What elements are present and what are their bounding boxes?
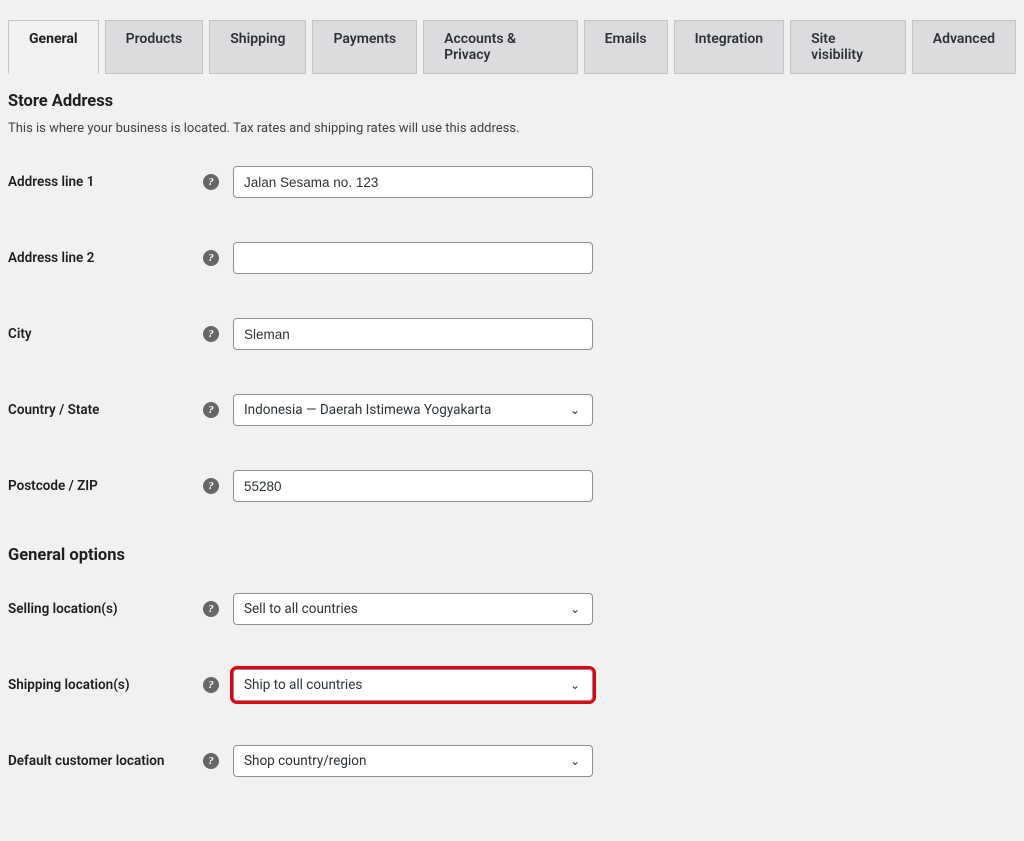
tab-integration[interactable]: Integration — [674, 20, 784, 74]
tab-products[interactable]: Products — [105, 20, 204, 74]
city-field[interactable] — [244, 319, 582, 349]
store-address-title: Store Address — [8, 92, 1016, 111]
chevron-down-icon: ⌄ — [570, 678, 580, 692]
help-icon[interactable]: ? — [203, 174, 219, 190]
help-icon[interactable]: ? — [203, 753, 219, 769]
postcode-field[interactable] — [244, 471, 582, 501]
shipping-location-select[interactable]: Ship to all countries ⌄ — [233, 669, 593, 701]
help-icon[interactable]: ? — [203, 250, 219, 266]
shipping-location-value: Ship to all countries — [244, 677, 362, 693]
help-icon[interactable]: ? — [203, 601, 219, 617]
row-address2: Address line 2 ? — [8, 242, 1016, 274]
address1-input[interactable] — [233, 166, 593, 198]
chevron-down-icon: ⌄ — [570, 602, 580, 616]
tab-advanced[interactable]: Advanced — [912, 20, 1016, 74]
selling-location-select[interactable]: Sell to all countries ⌄ — [233, 593, 593, 625]
row-shipping-location: Shipping location(s) ? Ship to all count… — [8, 669, 1016, 701]
row-postcode: Postcode / ZIP ? — [8, 470, 1016, 502]
help-icon[interactable]: ? — [203, 326, 219, 342]
row-country: Country / State ? Indonesia — Daerah Ist… — [8, 394, 1016, 426]
help-icon[interactable]: ? — [203, 677, 219, 693]
help-icon[interactable]: ? — [203, 478, 219, 494]
tab-site-visibility[interactable]: Site visibility — [790, 20, 906, 74]
tab-shipping[interactable]: Shipping — [209, 20, 306, 74]
row-city: City ? — [8, 318, 1016, 350]
country-select[interactable]: Indonesia — Daerah Istimewa Yogyakarta ⌄ — [233, 394, 593, 426]
label-default-customer-location: Default customer location — [8, 753, 203, 769]
tab-general[interactable]: General — [8, 20, 99, 74]
general-options-title: General options — [8, 546, 1016, 565]
tab-accounts-privacy[interactable]: Accounts & Privacy — [423, 20, 577, 74]
address2-field[interactable] — [244, 243, 582, 273]
help-icon[interactable]: ? — [203, 402, 219, 418]
row-default-customer-location: Default customer location ? Shop country… — [8, 745, 1016, 777]
row-address1: Address line 1 ? — [8, 166, 1016, 198]
label-postcode: Postcode / ZIP — [8, 478, 203, 494]
default-customer-location-select[interactable]: Shop country/region ⌄ — [233, 745, 593, 777]
chevron-down-icon: ⌄ — [570, 403, 580, 417]
label-selling-location: Selling location(s) — [8, 601, 203, 617]
selling-location-value: Sell to all countries — [244, 601, 358, 617]
label-shipping-location: Shipping location(s) — [8, 677, 203, 693]
chevron-down-icon: ⌄ — [570, 754, 580, 768]
address2-input[interactable] — [233, 242, 593, 274]
label-address1: Address line 1 — [8, 174, 203, 190]
country-select-value: Indonesia — Daerah Istimewa Yogyakarta — [244, 402, 491, 418]
store-address-desc: This is where your business is located. … — [8, 121, 1016, 136]
label-city: City — [8, 326, 203, 342]
label-address2: Address line 2 — [8, 250, 203, 266]
label-country: Country / State — [8, 402, 203, 418]
row-selling-location: Selling location(s) ? Sell to all countr… — [8, 593, 1016, 625]
settings-tabs: General Products Shipping Payments Accou… — [8, 20, 1016, 74]
tab-payments[interactable]: Payments — [312, 20, 417, 74]
postcode-input[interactable] — [233, 470, 593, 502]
default-customer-location-value: Shop country/region — [244, 753, 366, 769]
address1-field[interactable] — [244, 167, 582, 197]
tab-emails[interactable]: Emails — [584, 20, 668, 74]
city-input[interactable] — [233, 318, 593, 350]
